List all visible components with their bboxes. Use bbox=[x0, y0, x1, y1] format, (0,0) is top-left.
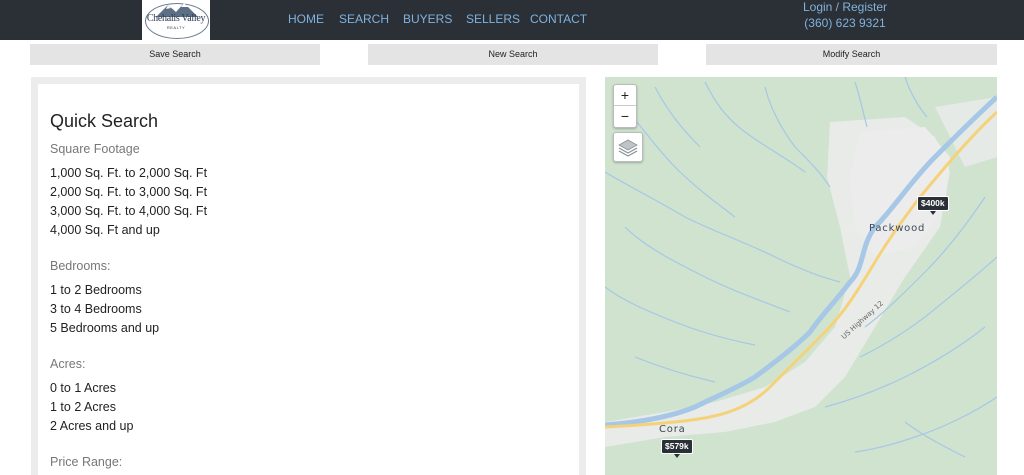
zoom-out-button[interactable]: − bbox=[614, 106, 636, 126]
bedrooms-option[interactable]: 3 to 4 Bedrooms bbox=[50, 302, 142, 316]
acres-option[interactable]: 2 Acres and up bbox=[50, 419, 133, 433]
map-zoom-control: + − bbox=[613, 84, 637, 128]
acres-option[interactable]: 0 to 1 Acres bbox=[50, 381, 116, 395]
layers-icon bbox=[618, 139, 638, 157]
listing-price-marker[interactable]: $579k bbox=[661, 439, 693, 458]
site-header: Chehalis Valley REALTY HOME SEARCH BUYER… bbox=[0, 0, 1024, 40]
sqft-option[interactable]: 2,000 Sq. Ft. to 3,000 Sq. Ft bbox=[50, 185, 207, 199]
new-search-button[interactable]: New Search bbox=[368, 44, 658, 65]
place-label-cora: Cora bbox=[659, 424, 686, 435]
bedrooms-option[interactable]: 5 Bedrooms and up bbox=[50, 321, 159, 335]
nav-buyers[interactable]: BUYERS bbox=[403, 12, 452, 26]
place-label-packwood: Packwood bbox=[869, 223, 926, 234]
bedrooms-option[interactable]: 1 to 2 Bedrooms bbox=[50, 283, 142, 297]
nav-contact[interactable]: CONTACT bbox=[530, 12, 587, 26]
company-logo[interactable]: Chehalis Valley REALTY bbox=[142, 0, 210, 40]
acres-heading: Acres: bbox=[50, 357, 86, 371]
login-register-link[interactable]: Login / Register bbox=[790, 0, 900, 15]
modify-search-button[interactable]: Modify Search bbox=[706, 44, 997, 65]
acres-option[interactable]: 1 to 2 Acres bbox=[50, 400, 116, 414]
sqft-option[interactable]: 3,000 Sq. Ft. to 4,000 Sq. Ft bbox=[50, 204, 207, 218]
layers-button[interactable] bbox=[613, 132, 643, 162]
save-search-button[interactable]: Save Search bbox=[30, 44, 320, 65]
listing-map[interactable]: Packwood Cora US Highway 12 $400k $579k bbox=[605, 77, 997, 475]
sqft-option[interactable]: 1,000 Sq. Ft. to 2,000 Sq. Ft bbox=[50, 166, 207, 180]
listing-price-marker[interactable]: $400k bbox=[917, 196, 949, 215]
zoom-in-button[interactable]: + bbox=[614, 85, 636, 106]
price-range-heading: Price Range: bbox=[50, 455, 123, 469]
logo-subtitle: REALTY bbox=[166, 25, 186, 30]
quick-search-title: Quick Search bbox=[50, 111, 159, 131]
phone-number[interactable]: (360) 623 9321 bbox=[790, 16, 900, 31]
sqft-option[interactable]: 4,000 Sq. Ft and up bbox=[50, 223, 160, 237]
nav-home[interactable]: HOME bbox=[288, 12, 324, 26]
nav-search[interactable]: SEARCH bbox=[339, 12, 389, 26]
map-tiles bbox=[605, 77, 997, 458]
logo-name: Chehalis Valley bbox=[146, 13, 206, 24]
account-info: Login / Register (360) 623 9321 bbox=[790, 0, 900, 31]
square-footage-heading: Square Footage bbox=[50, 142, 140, 156]
bedrooms-heading: Bedrooms: bbox=[50, 259, 111, 273]
nav-sellers[interactable]: SELLERS bbox=[466, 12, 520, 26]
